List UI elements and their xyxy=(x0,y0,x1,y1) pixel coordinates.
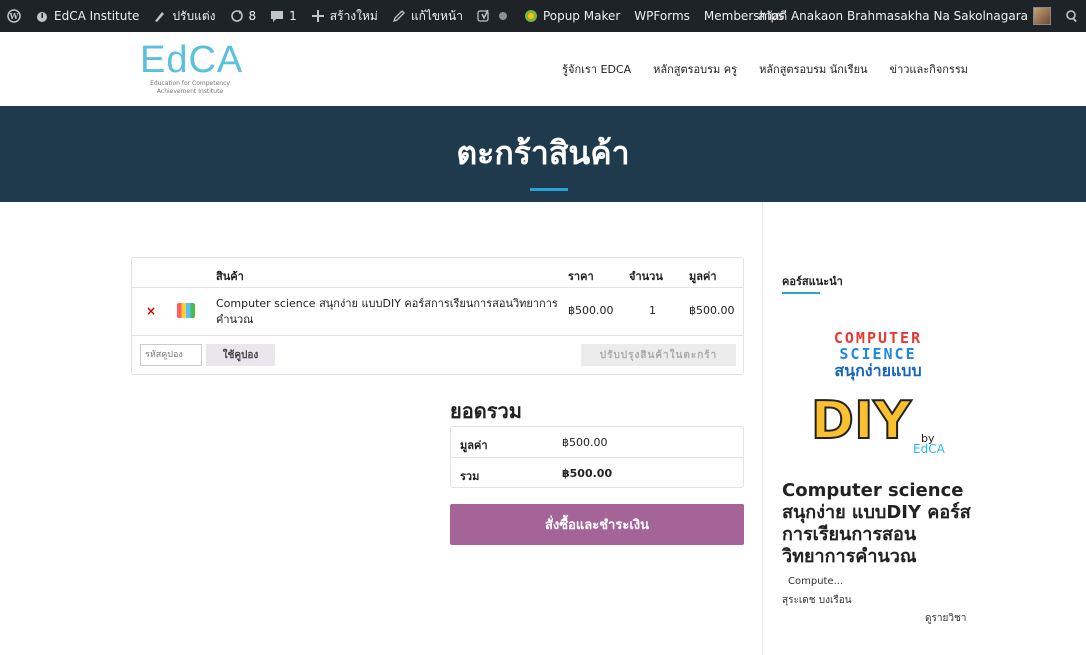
nav-item-student-courses[interactable]: หลักสูตรอบรม นักเรียน xyxy=(759,60,867,78)
product-price: ฿500.00 xyxy=(568,304,614,317)
nav-item-teacher-courses[interactable]: หลักสูตรอบรม ครู xyxy=(653,60,737,78)
status-dot-icon xyxy=(498,12,507,20)
nav-item-about[interactable]: รู้จักเรา EDCA xyxy=(562,60,631,78)
subtotal-label: มูลค่า xyxy=(460,439,488,452)
admin-bar-right: สวัสดี Anakaon Brahmasakha Na Sakolnagar… xyxy=(751,0,1086,32)
course-excerpt: Compute... xyxy=(788,576,844,587)
pencil-icon xyxy=(392,10,405,23)
popup-maker-icon xyxy=(524,10,537,22)
brush-icon xyxy=(155,12,165,22)
header-subtotal: มูลค่า xyxy=(689,270,717,283)
total-value: ฿500.00 xyxy=(562,467,613,480)
svg-text:W: W xyxy=(9,11,20,21)
update-cart-button[interactable]: ปรับปรุงสินค้าในตะกร้า xyxy=(581,344,736,366)
comment-icon xyxy=(271,11,284,22)
logo-subtitle-line2: Achievement Institute xyxy=(156,88,224,95)
refresh-icon xyxy=(230,10,243,22)
edit-page-label: แก้ไขหน้า xyxy=(410,8,463,23)
nav-item-news[interactable]: ข่าวและกิจกรรม xyxy=(890,60,968,78)
cart-actions: ใช้คูปอง ปรับปรุงสินค้าในตะกร้า xyxy=(132,336,743,376)
sidebar-divider xyxy=(762,202,763,655)
admin-search-button[interactable] xyxy=(1058,0,1086,32)
main-nav: รู้จักเรา EDCA หลักสูตรอบรม ครู หลักสูตร… xyxy=(562,60,968,78)
site-header: EdCA Education for Competency Achievemen… xyxy=(0,32,1086,106)
search-icon xyxy=(1066,10,1077,23)
page-title: ตะกร้าสินค้า xyxy=(456,134,630,172)
popup-maker-menu[interactable]: Popup Maker xyxy=(517,0,627,32)
remove-item-button[interactable]: × xyxy=(146,304,156,318)
site-logo[interactable]: EdCA Education for Competency Achievemen… xyxy=(140,39,244,96)
subtotal-value: ฿500.00 xyxy=(562,436,608,449)
header-price: ราคา xyxy=(568,270,594,283)
header-product: สินค้า xyxy=(216,270,244,283)
course-author: สุระเดช บงเรือน xyxy=(782,595,852,606)
page-hero: ตะกร้าสินค้า xyxy=(0,106,1086,202)
wordpress-logo-button[interactable]: W xyxy=(0,0,28,32)
product-quantity: 1 xyxy=(649,304,656,317)
cart-table: สินค้า ราคา จำนวน มูลค่า × Computer scie… xyxy=(131,257,744,375)
title-underline xyxy=(530,188,568,191)
table-row: รวม ฿500.00 xyxy=(451,458,743,489)
site-name-menu[interactable]: EdCA Institute xyxy=(28,0,146,32)
product-subtotal: ฿500.00 xyxy=(689,304,735,317)
course-image-line3: สนุกง่ายแบบ xyxy=(834,361,921,381)
header-quantity: จำนวน xyxy=(629,270,663,283)
comments-menu[interactable]: 1 xyxy=(263,0,304,32)
wpforms-menu[interactable]: WPForms xyxy=(627,0,697,32)
plus-icon xyxy=(311,10,324,22)
avatar xyxy=(1033,7,1051,25)
yoast-menu[interactable] xyxy=(470,0,517,32)
new-content-menu[interactable]: สร้างใหม่ xyxy=(304,0,385,32)
cart-totals-table: มูลค่า ฿500.00 รวม ฿500.00 xyxy=(450,426,744,488)
logo-main-text: EdCA xyxy=(140,39,244,81)
table-row: × Computer science สนุกง่าย แบบDIY คอร์ส… xyxy=(132,288,743,336)
account-greeting: สวัสดี Anakaon Brahmasakha Na Sakolnagar… xyxy=(757,8,1028,23)
edit-page-menu[interactable]: แก้ไขหน้า xyxy=(385,0,470,32)
sidebar-title: คอร์สแนะนำ xyxy=(782,275,843,288)
apply-coupon-button[interactable]: ใช้คูปอง xyxy=(206,344,275,366)
customize-menu[interactable]: ปรับแต่ง xyxy=(146,0,222,32)
updates-menu[interactable]: 8 xyxy=(223,0,264,32)
coupon-input[interactable] xyxy=(140,344,202,366)
total-label: รวม xyxy=(460,470,480,483)
checkout-button[interactable]: สั่งซื้อและชำระเงิน xyxy=(450,504,744,545)
updates-count: 8 xyxy=(248,9,257,23)
product-name-link[interactable]: Computer science สนุกง่าย แบบDIY คอร์สกา… xyxy=(216,296,561,328)
wpforms-label: WPForms xyxy=(634,9,690,23)
view-course-link[interactable]: ดูรายวิชา xyxy=(925,611,966,626)
sidebar-title-underline xyxy=(782,292,820,294)
comments-count: 1 xyxy=(289,9,297,23)
customize-label: ปรับแต่ง xyxy=(172,8,216,23)
course-image[interactable]: COMPUTER SCIENCE สนุกง่ายแบบ DIY by EdCA xyxy=(803,326,953,456)
product-thumbnail[interactable] xyxy=(177,303,195,318)
popup-maker-label: Popup Maker xyxy=(542,9,621,23)
cart-table-header: สินค้า ราคา จำนวน มูลค่า xyxy=(132,258,743,288)
course-image-diy: DIY xyxy=(811,391,913,451)
cart-totals-title: ยอดรวม xyxy=(450,399,522,423)
logo-subtitle-line1: Education for Competency xyxy=(150,80,230,87)
new-content-label: สร้างใหม่ xyxy=(329,8,378,23)
account-menu[interactable]: สวัสดี Anakaon Brahmasakha Na Sakolnagar… xyxy=(751,0,1058,32)
admin-bar: W EdCA Institute ปรับแต่ง 8 1 สร้างใหม่ … xyxy=(0,0,1086,32)
table-row: มูลค่า ฿500.00 xyxy=(451,427,743,458)
yoast-icon xyxy=(477,9,489,22)
course-title-link[interactable]: Computer science สนุกง่าย แบบDIY คอร์สกา… xyxy=(782,480,972,568)
wordpress-icon: W xyxy=(7,9,21,23)
site-name: EdCA Institute xyxy=(54,9,140,23)
course-image-brand: EdCA xyxy=(913,442,946,456)
dashboard-icon xyxy=(37,12,47,22)
